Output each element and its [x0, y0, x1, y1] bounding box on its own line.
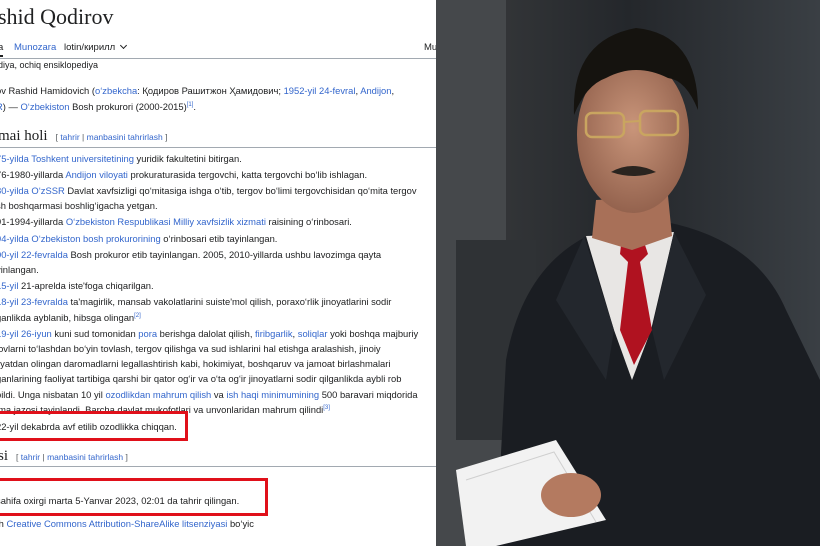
- intro-text: : Қодиров Рашитжон Ҳамидович;: [137, 85, 284, 96]
- bio-text: kuni sud tomonidan: [51, 328, 139, 339]
- bio-text: yuridik fakultetini bitirgan.: [133, 153, 242, 164]
- bio-item: 76-1980-yillarda Andijon viloyati prokur…: [0, 168, 367, 181]
- highlight-box-last-edit: [0, 478, 268, 516]
- bio-text: ganlikda ayblanib, hibsga olingan: [0, 312, 135, 324]
- bracket: ]: [123, 452, 128, 462]
- bio-link[interactable]: 80-yilda O‘zSSR: [0, 185, 65, 196]
- intro-line-1: ov Rashid Hamidovich (o‘zbekcha: Қодиров…: [0, 84, 394, 97]
- intro-text: ov Rashid Hamidovich (: [0, 85, 95, 96]
- bio-link[interactable]: 94-yilda O‘zbekiston bosh prokurorining: [0, 233, 161, 244]
- bio-item: 18-yil 23-fevralda ta'magirlik, mansab v…: [0, 295, 391, 308]
- highlight-box-pardon: [0, 411, 188, 441]
- bracket: ]: [162, 132, 168, 142]
- bio-text: berishga dalolat qilish,: [157, 328, 256, 339]
- bio-link[interactable]: 00-yil 22-fevralda: [0, 249, 68, 260]
- intro-text: Bosh prokurori (2000-2015): [69, 101, 187, 113]
- script-switcher-label: lotin/кирилл: [64, 42, 116, 53]
- bio-text: o‘rinbosari etib tayinlangan.: [160, 233, 278, 244]
- bio-text: bildi. Unga nisbatan 10 yil: [0, 389, 106, 400]
- bio-link[interactable]: 15-yil: [0, 280, 18, 291]
- tab-right[interactable]: Mu: [424, 42, 436, 53]
- edit-source-link[interactable]: manbasini tahrirlash: [87, 132, 163, 142]
- section-divider: [0, 147, 436, 148]
- bio-link[interactable]: soliqlar: [298, 328, 328, 339]
- bio-text: yinlangan.: [0, 264, 39, 275]
- bio-text: 21-aprelda iste'foga chiqarilgan.: [18, 280, 154, 291]
- bio-text: 76-1980-yillarda: [0, 169, 66, 180]
- script-switcher[interactable]: lotin/кирилл: [64, 41, 127, 53]
- bio-item: ganlikda ayblanib, hibsga olingan[2]: [0, 310, 141, 324]
- section-title: si: [0, 448, 9, 464]
- bio-text: 91-1994-yillarda: [0, 216, 66, 227]
- bio-item: 75-yilda Toshkent universitetining yurid…: [0, 152, 242, 165]
- bio-item: 94-yilda O‘zbekiston bosh prokurorining …: [0, 232, 277, 245]
- bio-link[interactable]: ish haqi minimumining: [226, 389, 319, 400]
- bio-item: 80-yilda O‘zSSR Davlat xavfsizligi qo‘mi…: [0, 184, 417, 197]
- wikipedia-screenshot: shid Qodirov a Munozara lotin/кирилл Mu …: [0, 0, 436, 546]
- link-uzbekistan[interactable]: O‘zbekiston: [21, 101, 70, 112]
- link-andijon[interactable]: Andijon: [360, 85, 391, 96]
- bio-text: raisining o‘rinbosari.: [265, 216, 352, 227]
- intro-text: ,: [391, 85, 395, 96]
- bio-item: 19-yil 26-iyun kuni sud tomonidan pora b…: [0, 327, 418, 340]
- edit-link[interactable]: tahrir: [60, 132, 79, 142]
- link-uzbek[interactable]: o‘zbekcha: [95, 85, 137, 96]
- man-in-suit-image: [436, 0, 820, 546]
- bio-link[interactable]: 75-yilda Toshkent universitetining: [0, 153, 134, 164]
- bio-text: 500 baravari miqdorida: [319, 389, 418, 400]
- bio-item: yinlangan.: [0, 263, 39, 276]
- bio-link[interactable]: O‘zbekiston Respublikasi Milliy xavfsizl…: [66, 216, 266, 227]
- bio-text: liyatdan olingan daromadlarni legallasht…: [0, 358, 391, 369]
- section-edit-links: [ tahrir | manbasini tahrirlash ]: [56, 132, 168, 142]
- bio-item: bildi. Unga nisbatan 10 yil ozodlikdan m…: [0, 388, 418, 401]
- bio-text: Bosh prokuror etib tayinlangan. 2005, 20…: [67, 249, 382, 260]
- bio-text: ganlarining faoliyat tartibiga qarshi bi…: [0, 373, 402, 384]
- intro-line-2: R) — O‘zbekiston Bosh prokurori (2000-20…: [0, 99, 196, 113]
- tab-talk[interactable]: Munozara: [14, 42, 56, 53]
- reference-2[interactable]: [2]: [134, 313, 141, 319]
- bio-text: va: [211, 389, 227, 400]
- reference-3[interactable]: [3]: [323, 405, 330, 411]
- license-link[interactable]: Creative Commons Attribution-ShareAlike …: [6, 518, 227, 529]
- license-line: th Creative Commons Attribution-ShareAli…: [0, 517, 254, 530]
- bio-link[interactable]: 19-yil 26-iyun: [0, 328, 52, 339]
- bio-item: sh boshqarmasi boshligʻigacha yetgan.: [0, 199, 158, 212]
- bio-link[interactable]: 18-yil 23-fevralda: [0, 296, 68, 307]
- bio-text: prokuraturasida tergovchi, katta tergovc…: [127, 169, 368, 180]
- link-birthdate[interactable]: 1952-yil 24-fevral: [284, 85, 356, 96]
- section-edit-links: [ tahrir | manbasini tahrirlash ]: [16, 452, 128, 462]
- bio-item: liyatdan olingan daromadlarni legallasht…: [0, 357, 390, 370]
- bio-link[interactable]: firibgarlik: [255, 328, 293, 339]
- bio-text: yoki boshqa majburiy: [327, 328, 419, 339]
- section-divider: [0, 466, 436, 467]
- bio-item: lovlarni to‘lashdan bo‘yin tovlash, terg…: [0, 342, 381, 355]
- intro-text: ) —: [2, 101, 21, 113]
- portrait-photo: [436, 0, 820, 546]
- bio-item: 15-yil 21-aprelda iste'foga chiqarilgan.: [0, 279, 154, 292]
- bio-text: sh boshqarmasi boshligʻigacha yetgan.: [0, 200, 158, 211]
- chevron-down-icon: [119, 41, 127, 50]
- tab-article[interactable]: a: [0, 42, 4, 57]
- section-heading-links: si [ tahrir | manbasini tahrirlash ]: [0, 448, 128, 465]
- edit-source-link[interactable]: manbasini tahrirlash: [47, 452, 123, 462]
- bio-item: 91-1994-yillarda O‘zbekiston Respublikas…: [0, 215, 352, 228]
- license-text: bo‘yic: [227, 518, 254, 529]
- bio-text: Davlat xavfsizligi qo‘mitasiga ishga o‘t…: [64, 185, 417, 196]
- intro-text: .: [193, 101, 197, 113]
- bio-text: lovlarni to‘lashdan bo‘yin tovlash, terg…: [0, 343, 381, 354]
- bio-text: ta'magirlik, mansab vakolatlarini suiste…: [67, 296, 392, 307]
- bio-item: ganlarining faoliyat tartibiga qarshi bi…: [0, 372, 401, 385]
- section-title: mai holi: [0, 128, 48, 144]
- section-heading-biography: mai holi [ tahrir | manbasini tahrirlash …: [0, 128, 167, 145]
- site-tagline: diya, ochiq ensiklopediya: [0, 60, 99, 70]
- page-title: shid Qodirov: [0, 4, 114, 29]
- separator: |: [79, 132, 87, 142]
- bio-link[interactable]: ozodlikdan mahrum qilish: [105, 389, 211, 400]
- bio-link[interactable]: Andijon viloyati: [65, 169, 128, 180]
- page-tabs: a Munozara lotin/кирилл Mu: [0, 40, 436, 59]
- edit-link[interactable]: tahrir: [21, 452, 40, 462]
- bio-item: 00-yil 22-fevralda Bosh prokuror etib ta…: [0, 248, 381, 261]
- bio-link[interactable]: pora: [138, 328, 157, 339]
